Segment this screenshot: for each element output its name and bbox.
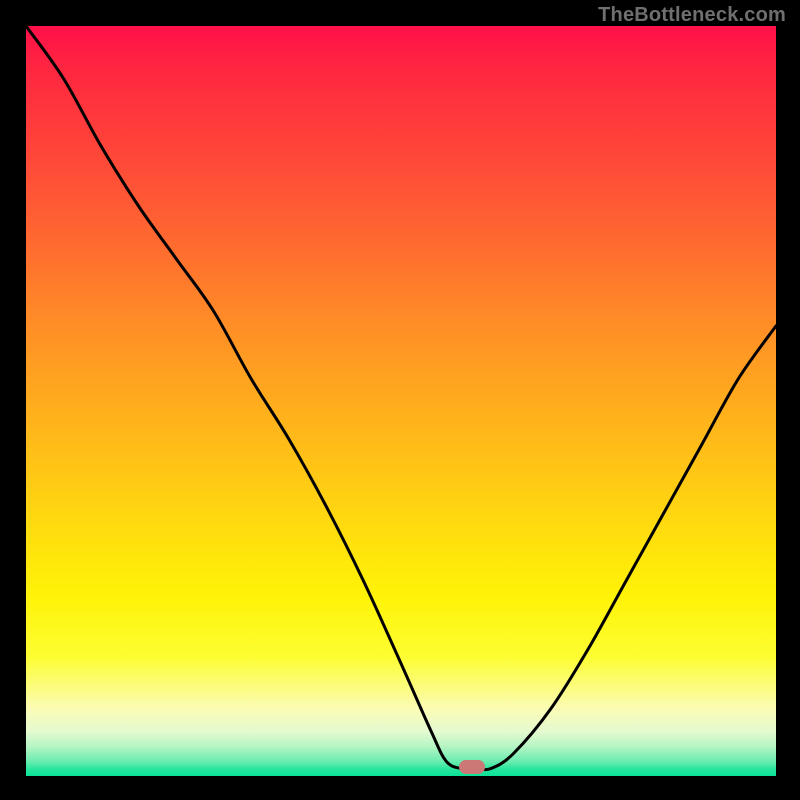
optimal-point-marker (459, 760, 485, 774)
watermark-text: TheBottleneck.com (598, 4, 786, 27)
plot-area (26, 26, 776, 776)
bottleneck-curve-path (26, 26, 776, 770)
curve-layer (26, 26, 776, 776)
chart-frame: TheBottleneck.com (0, 0, 800, 800)
